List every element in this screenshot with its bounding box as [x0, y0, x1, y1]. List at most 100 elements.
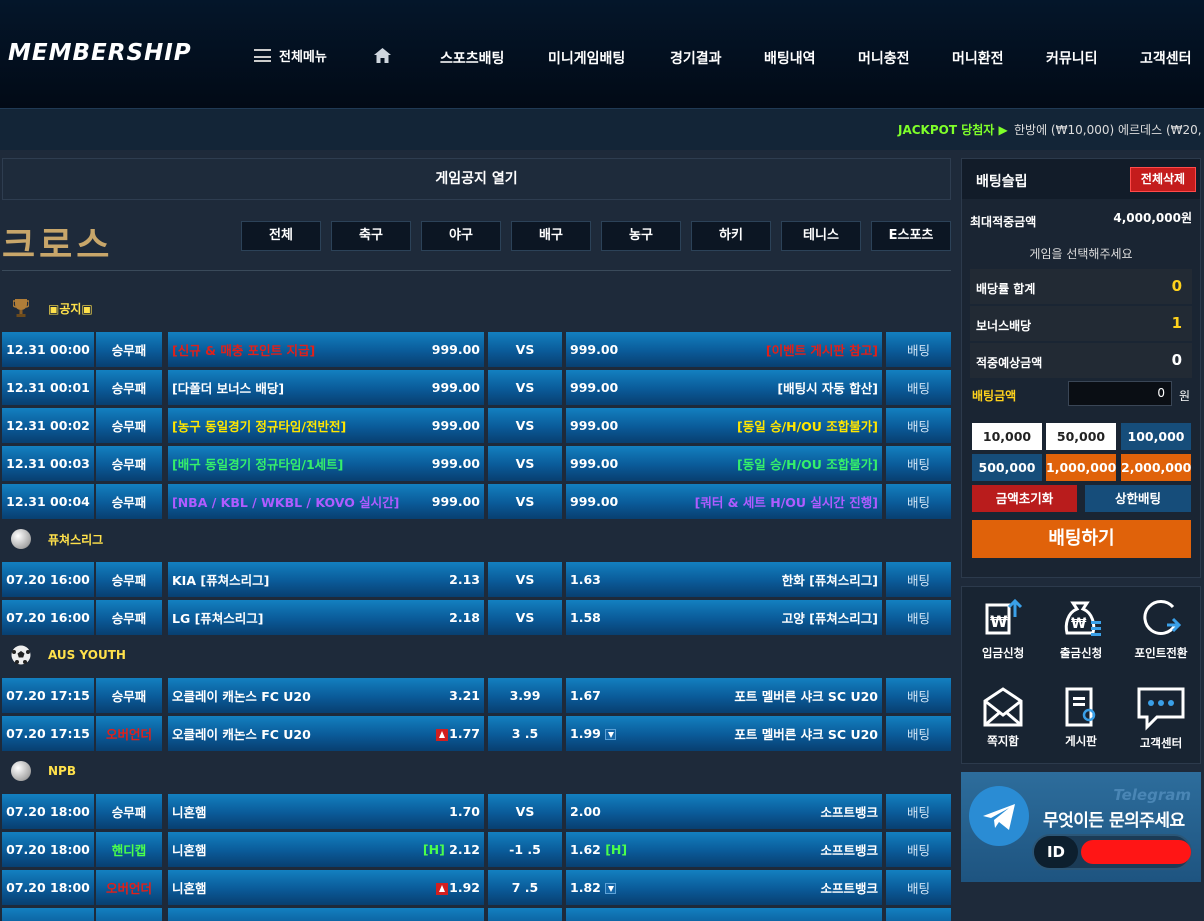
home-pick[interactable]: [농구 동일경기 정규타임/전반전] 999.00 — [168, 408, 484, 443]
away-pick[interactable]: 999.00 [동일 승/H/OU 조합불가] — [566, 408, 882, 443]
away-odds: 999.00 — [570, 418, 619, 433]
place-bet-button[interactable]: 배팅하기 — [972, 520, 1191, 558]
tab-basketball[interactable]: 농구 — [601, 221, 681, 251]
tab-esports[interactable]: E스포츠 — [871, 221, 951, 251]
home-pick[interactable]: [배구 동일경기 정규타임/1세트] 999.00 — [168, 446, 484, 481]
nav-customer-center[interactable]: 고객센터 — [1140, 48, 1192, 68]
home-pick[interactable]: [NBA / KBL / WKBL / KOVO 실시간] 999.00 — [168, 484, 484, 519]
draw-pick[interactable]: VS — [488, 370, 562, 405]
all-menu-button[interactable]: 전체메뉴 — [254, 46, 327, 65]
draw-pick[interactable]: VS — [488, 446, 562, 481]
table-row: 12.31 00:04 승무패 [NBA / KBL / WKBL / KOVO… — [2, 484, 951, 519]
draw-pick[interactable]: 3.99 — [488, 678, 562, 713]
away-pick[interactable]: 999.00 [이벤트 게시판 참고] — [566, 332, 882, 367]
home-pick[interactable]: 오클레이 캐논스 FC U20 3.21 — [168, 678, 484, 713]
telegram-banner[interactable]: Telegram 무엇이든 문의주세요 ID — [961, 772, 1201, 882]
tab-tennis[interactable]: 테니스 — [781, 221, 861, 251]
amount-500000-button[interactable]: 500,000 — [972, 454, 1042, 481]
bet-button[interactable]: 배팅 — [886, 600, 951, 635]
draw-pick[interactable]: VS — [488, 484, 562, 519]
home-pick[interactable]: [다폴더 보너스 배당] 999.00 — [168, 370, 484, 405]
all-menu-label: 전체메뉴 — [279, 50, 327, 65]
away-pick[interactable]: 1.82 소프트뱅크 — [566, 870, 882, 905]
amount-1000000-button[interactable]: 1,000,000 — [1046, 454, 1116, 481]
point-convert[interactable]: 포인트전환 — [1122, 597, 1200, 661]
home-pick[interactable]: KIA [퓨쳐스리그] 2.13 — [168, 562, 484, 597]
amount-100000-button[interactable]: 100,000 — [1121, 423, 1191, 450]
home-pick[interactable]: 니혼햄 [H] 2.12 — [168, 832, 484, 867]
home-pick[interactable] — [168, 908, 484, 921]
bet-button[interactable] — [886, 908, 951, 921]
bet-button[interactable]: 배팅 — [886, 832, 951, 867]
draw-pick[interactable]: VS — [488, 794, 562, 829]
away-pick[interactable]: 1.67 포트 멜버른 샤크 SC U20 — [566, 678, 882, 713]
amount-50000-button[interactable]: 50,000 — [1046, 423, 1116, 450]
nav-game-results[interactable]: 경기결과 — [670, 48, 722, 68]
tab-baseball[interactable]: 야구 — [421, 221, 501, 251]
home-team: LG [퓨쳐스리그] — [172, 611, 264, 626]
bet-type: 승무패 — [96, 408, 162, 443]
home-pick[interactable]: 오클레이 캐논스 FC U20 1.77 — [168, 716, 484, 751]
game-notice-toggle[interactable]: 게임공지 열기 — [2, 158, 951, 200]
draw-pick[interactable]: VS — [488, 600, 562, 635]
away-pick[interactable]: 1.99 포트 멜버른 샤크 SC U20 — [566, 716, 882, 751]
bet-button[interactable]: 배팅 — [886, 562, 951, 597]
away-pick[interactable]: 999.00 [배팅시 자동 합산] — [566, 370, 882, 405]
withdraw-icon: ₩ — [1064, 601, 1101, 636]
amount-10000-button[interactable]: 10,000 — [972, 423, 1042, 450]
amount-2000000-button[interactable]: 2,000,000 — [1121, 454, 1191, 481]
nav-community[interactable]: 커뮤니티 — [1046, 48, 1098, 68]
clear-all-button[interactable]: 전체삭제 — [1130, 167, 1196, 192]
bet-button[interactable]: 배팅 — [886, 870, 951, 905]
home-pick[interactable]: 니혼햄 1.70 — [168, 794, 484, 829]
reset-amount-button[interactable]: 금액초기화 — [972, 485, 1077, 512]
withdraw-request[interactable]: ₩ 출금신청 — [1042, 597, 1120, 661]
away-pick[interactable]: 999.00 [쿼터 & 세트 H/OU 실시간 진행] — [566, 484, 882, 519]
tab-all[interactable]: 전체 — [241, 221, 321, 251]
tab-volleyball[interactable]: 배구 — [511, 221, 591, 251]
draw-pick[interactable]: VS — [488, 332, 562, 367]
tab-hockey[interactable]: 하키 — [691, 221, 771, 251]
deposit-request[interactable]: ₩ 입금신청 — [964, 597, 1042, 661]
home-odds: 2.12 — [449, 842, 480, 857]
nav-money-charge[interactable]: 머니충전 — [858, 48, 910, 68]
away-pick[interactable]: 1.58 고양 [퓨쳐스리그] — [566, 600, 882, 635]
home-team: [배구 동일경기 정규타임/1세트] — [172, 457, 344, 472]
bet-button[interactable]: 배팅 — [886, 332, 951, 367]
board[interactable]: 게시판 — [1042, 685, 1120, 749]
draw-pick[interactable] — [488, 908, 562, 921]
home-icon[interactable] — [374, 48, 391, 63]
bet-button[interactable]: 배팅 — [886, 716, 951, 751]
home-pick[interactable]: 니혼햄 1.92 — [168, 870, 484, 905]
bet-amount-input[interactable]: 0 — [1068, 381, 1172, 406]
home-pick[interactable]: [신규 & 매충 포인트 지급] 999.00 — [168, 332, 484, 367]
nav-bet-history[interactable]: 배팅내역 — [764, 48, 816, 68]
away-pick[interactable]: 1.63 한화 [퓨쳐스리그] — [566, 562, 882, 597]
bet-type — [96, 908, 162, 921]
nav-money-exchange[interactable]: 머니환전 — [952, 48, 1004, 68]
home-odds: 2.13 — [449, 572, 480, 587]
away-pick[interactable]: 999.00 [동일 승/H/OU 조합불가] — [566, 446, 882, 481]
table-row: 12.31 00:02 승무패 [농구 동일경기 정규타임/전반전] 999.00… — [2, 408, 951, 443]
home-pick[interactable]: LG [퓨쳐스리그] 2.18 — [168, 600, 484, 635]
away-pick[interactable]: 1.62 [H] 소프트뱅크 — [566, 832, 882, 867]
bet-button[interactable]: 배팅 — [886, 408, 951, 443]
away-pick[interactable] — [566, 908, 882, 921]
tab-soccer[interactable]: 축구 — [331, 221, 411, 251]
bet-button[interactable]: 배팅 — [886, 678, 951, 713]
draw-pick[interactable]: VS — [488, 562, 562, 597]
away-pick[interactable]: 2.00 소프트뱅크 — [566, 794, 882, 829]
nav-sports-betting[interactable]: 스포츠배팅 — [440, 48, 504, 68]
site-logo[interactable]: MEMBERSHIP — [8, 40, 192, 66]
message-box[interactable]: 쪽지함 — [964, 685, 1042, 749]
nav-mini-game-betting[interactable]: 미니게임배팅 — [548, 48, 625, 68]
bet-button[interactable]: 배팅 — [886, 794, 951, 829]
bet-button[interactable]: 배팅 — [886, 484, 951, 519]
support-center[interactable]: 고객센터 — [1122, 685, 1200, 751]
telegram-icon — [969, 786, 1029, 846]
league-name: NPB — [48, 764, 76, 778]
bet-button[interactable]: 배팅 — [886, 446, 951, 481]
bet-button[interactable]: 배팅 — [886, 370, 951, 405]
draw-pick[interactable]: VS — [488, 408, 562, 443]
max-bet-button[interactable]: 상한배팅 — [1085, 485, 1191, 512]
